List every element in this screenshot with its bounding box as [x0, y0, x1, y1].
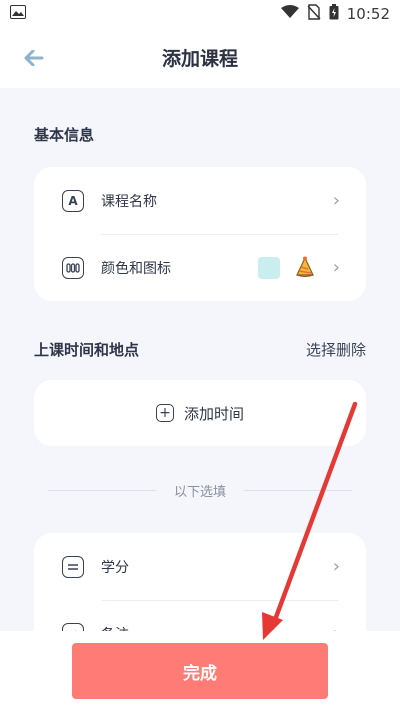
status-bar: 10:52	[0, 0, 400, 28]
optional-divider: 以下选填	[48, 480, 353, 500]
add-time-card[interactable]: + 添加时间	[34, 380, 366, 446]
add-time-button[interactable]: + 添加时间	[34, 380, 366, 446]
status-time: 10:52	[346, 5, 390, 23]
letter-a-icon: A	[62, 189, 84, 212]
basic-info-card: A 课程名称 › 颜色和图标 ›	[34, 167, 366, 301]
chevron-right-icon: ›	[332, 556, 340, 577]
done-button[interactable]: 完成	[72, 643, 328, 699]
course-name-row[interactable]: A 课程名称 ›	[34, 167, 366, 234]
party-hat-icon	[294, 256, 316, 278]
palette-icon	[62, 256, 84, 279]
optional-label: 以下选填	[174, 484, 227, 500]
chevron-right-icon: ›	[332, 257, 340, 278]
color-swatch	[258, 256, 280, 279]
add-time-label: 添加时间	[183, 404, 244, 423]
select-delete-link[interactable]: 选择删除	[306, 339, 366, 360]
equals-icon	[62, 555, 84, 578]
divider-line-right	[244, 489, 353, 491]
bottom-bar: 完成	[0, 631, 400, 711]
section-basic-info: 基本信息	[34, 126, 95, 144]
battery-icon	[329, 4, 339, 24]
color-icon-row[interactable]: 颜色和图标 ›	[34, 234, 366, 301]
credit-label: 学分	[101, 559, 129, 576]
divider-line-left	[48, 489, 156, 491]
course-name-label: 课程名称	[101, 193, 157, 210]
wifi-icon	[280, 5, 299, 23]
page-title: 添加课程	[161, 48, 238, 70]
image-notification-icon	[10, 5, 26, 23]
app-header: 添加课程	[0, 28, 400, 88]
credit-row[interactable]: 学分 ›	[34, 533, 366, 600]
color-icon-label: 颜色和图标	[101, 260, 171, 277]
chevron-right-icon: ›	[332, 190, 340, 211]
plus-icon: +	[155, 404, 174, 422]
no-sim-icon	[307, 4, 321, 24]
section-schedule: 上课时间和地点	[34, 341, 140, 359]
